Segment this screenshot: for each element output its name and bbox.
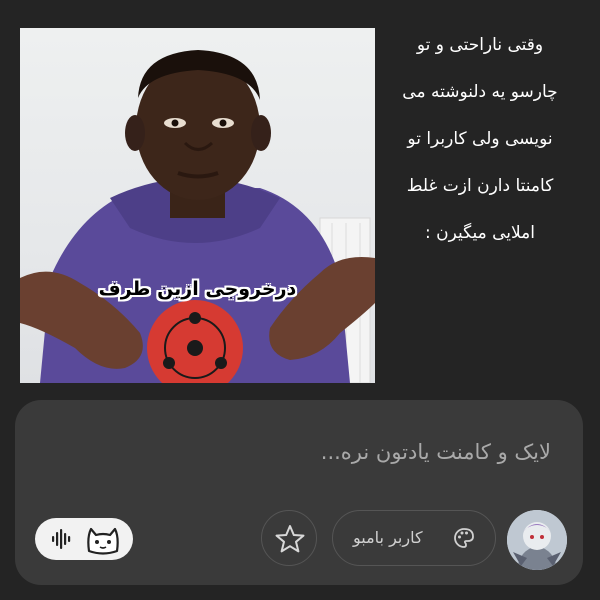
user-chip-button[interactable]: کاربر بامبو (332, 510, 496, 566)
comment-input[interactable]: لایک و کامنت یادتون نره... (321, 440, 551, 464)
meme-image[interactable]: درخروجی ازین طرف (20, 28, 375, 383)
meme-illustration (20, 50, 375, 383)
meme-caption: درخروجی ازین طرف (98, 278, 297, 300)
star-button[interactable] (261, 510, 317, 566)
post-text: وقتی ناراحتی و تو چارسو یه دلنوشته می نو… (380, 22, 580, 257)
post-text-line: کامنتا دارن ازت غلط (406, 176, 554, 196)
waveform-icon (52, 529, 71, 549)
post: درخروجی ازین طرف وقتی ناراحتی و تو چارسو… (20, 22, 580, 383)
star-icon (275, 525, 305, 553)
post-text-line: املایی میگیرن : (424, 223, 536, 243)
post-text-line: وقتی ناراحتی و تو (416, 35, 544, 55)
avatar-image (507, 510, 567, 570)
post-text-line: نویسی ولی کاربرا تو (407, 129, 553, 149)
cat-icon (87, 527, 119, 555)
user-chip-label: کاربر بامبو (353, 528, 423, 547)
palette-icon (454, 528, 474, 548)
comment-composer[interactable]: لایک و کامنت یادتون نره... کاربر بامبو (15, 400, 583, 585)
avatar[interactable] (507, 510, 567, 570)
post-text-line: چارسو یه دلنوشته می (402, 82, 558, 102)
voice-toggle-button[interactable] (35, 518, 133, 560)
